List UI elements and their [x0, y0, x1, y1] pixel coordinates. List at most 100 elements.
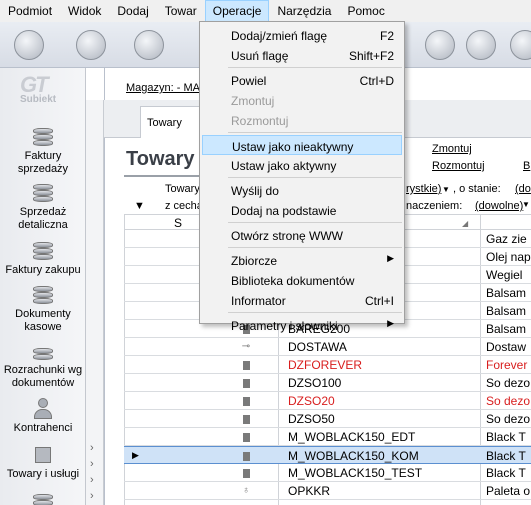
- menu-towar[interactable]: Towar: [157, 0, 205, 22]
- menu-item-label: Zmontuj: [231, 94, 275, 108]
- menu-item[interactable]: Ustaw jako aktywny: [202, 155, 402, 175]
- chevron-right-icon[interactable]: ›: [90, 474, 94, 486]
- menu-item[interactable]: Biblioteka dokumentów: [202, 270, 402, 290]
- menu-item-label: Otwórz stronę WWW: [231, 229, 344, 243]
- filter-category-select[interactable]: rystkie): [406, 183, 441, 195]
- product-icon: [240, 359, 252, 371]
- menu-item-shortcut: F2: [379, 29, 394, 43]
- product-icon: [240, 431, 252, 443]
- tab-towary[interactable]: Towary: [140, 106, 200, 138]
- table-row[interactable]: DZFOREVER Forever: [124, 356, 531, 374]
- chevron-right-icon[interactable]: ›: [90, 458, 94, 470]
- menu-item[interactable]: Zmontuj: [202, 90, 402, 110]
- menu-item-label: Biblioteka dokumentów: [231, 274, 355, 288]
- product-icon: [240, 413, 252, 425]
- menu-item-label: Ustaw jako nieaktywny: [232, 140, 354, 154]
- menu-pomoc[interactable]: Pomoc: [339, 0, 392, 22]
- table-row[interactable]: M_WOBLACK150_EDT Black T: [124, 428, 531, 446]
- menu-item[interactable]: Ustaw jako nieaktywny: [202, 135, 402, 155]
- rozmontuj-link[interactable]: Rozmontuj: [432, 160, 485, 172]
- more-link[interactable]: B: [523, 160, 530, 172]
- magazyn-link[interactable]: Magazyn: - MA: [126, 82, 200, 94]
- stack-icon[interactable]: [134, 30, 164, 60]
- nav-more[interactable]: [0, 486, 86, 505]
- menu-widok[interactable]: Widok: [60, 0, 109, 22]
- table-row[interactable]: ♁ OPKKR Paleta o: [124, 482, 531, 500]
- menu-item[interactable]: Wyślij do: [202, 180, 402, 200]
- coins-icon: [30, 126, 56, 148]
- filter-przeznaczenie-label: naczeniem:: [406, 200, 463, 212]
- filter-label: Towary: [165, 183, 200, 195]
- product-name: Dostaw: [486, 340, 527, 354]
- nav-sprzedaz-detaliczna[interactable]: Sprzedaż detaliczna: [0, 182, 86, 232]
- product-name: Balsam: [486, 304, 527, 318]
- forward-icon[interactable]: [76, 30, 106, 60]
- menu-separator: [228, 222, 402, 223]
- menu-podmiot[interactable]: Podmiot: [0, 0, 60, 22]
- person-icon: [30, 398, 56, 420]
- menu-item-label: Dodaj/zmień flagę: [231, 29, 328, 43]
- menu-item[interactable]: Dodaj na podstawie: [202, 200, 402, 220]
- nav-faktury-sprzedazy[interactable]: Faktury sprzedaży: [0, 126, 86, 176]
- help-icon[interactable]: [466, 30, 496, 60]
- menu-item[interactable]: Otwórz stronę WWW: [202, 225, 402, 245]
- menu-item[interactable]: Usuń flagę Shift+F2: [202, 45, 402, 65]
- menu-operacje[interactable]: Operacje: [204, 0, 270, 22]
- nav-faktury-zakupu[interactable]: Faktury zakupu: [0, 240, 86, 277]
- table-row[interactable]: ⊸ DOSTAWA Dostaw: [124, 338, 531, 356]
- menu-item-label: Dodaj na podstawie: [231, 204, 337, 218]
- product-name: So dezo: [486, 394, 531, 408]
- chevron-down-icon: ▼: [442, 185, 450, 194]
- table-row[interactable]: DZSO50 So dezo: [124, 410, 531, 428]
- globe-icon[interactable]: [425, 30, 455, 60]
- menu-item[interactable]: Rozmontuj: [202, 110, 402, 130]
- product-code: M_WOBLACK150_KOM: [288, 449, 419, 463]
- tool-icon[interactable]: [510, 30, 531, 60]
- back-icon[interactable]: [14, 30, 44, 60]
- product-code: DOSTAWA: [288, 340, 347, 354]
- product-icon: [240, 450, 252, 462]
- nav-rozrachunki[interactable]: Rozrachunki wg dokumentów: [0, 340, 86, 390]
- chevron-right-icon[interactable]: ›: [90, 442, 94, 454]
- product-name: Black T: [486, 449, 526, 463]
- menu-item-label: Wyślij do: [231, 184, 279, 198]
- menu-item-shortcut: Ctrl+I: [364, 294, 394, 308]
- nav-towary-i-uslugi[interactable]: Towary i usługi: [0, 444, 86, 481]
- column-header-s[interactable]: S: [174, 216, 182, 230]
- filter-stan-select[interactable]: (do: [515, 183, 531, 195]
- filter-przeznaczenie-select[interactable]: (dowolne): [475, 200, 523, 212]
- page-title: Towary: [126, 148, 195, 170]
- menu-narzedzia[interactable]: Narzędzia: [269, 0, 339, 22]
- nav-splitter[interactable]: [86, 100, 104, 505]
- zmontuj-link[interactable]: Zmontuj: [432, 143, 472, 155]
- chevron-down-icon[interactable]: ▼: [522, 200, 530, 209]
- menu-item[interactable]: Dodaj/zmień flagę F2: [202, 25, 402, 45]
- menu-item[interactable]: Parametry i słowniki ▶: [202, 315, 402, 335]
- table-row[interactable]: M_WOBLACK150_TEST Black T: [124, 464, 531, 482]
- menu-item-label: Ustaw jako aktywny: [231, 159, 337, 173]
- product-icon: [240, 377, 252, 389]
- nav-kontrahenci[interactable]: Kontrahenci: [0, 398, 86, 435]
- product-code: M_WOBLACK150_TEST: [288, 466, 423, 480]
- product-code: M_WOBLACK150_EDT: [288, 430, 416, 444]
- product-icon: [240, 395, 252, 407]
- submenu-arrow-icon: ▶: [387, 318, 394, 328]
- product-code: DZFOREVER: [288, 358, 363, 372]
- menu-item-label: Parametry i słowniki: [231, 319, 338, 333]
- product-name: Gaz zie: [486, 232, 527, 246]
- menu-dodaj[interactable]: Dodaj: [109, 0, 156, 22]
- subiekt-logo: GT Subiekt: [20, 72, 57, 105]
- menu-item[interactable]: Informator Ctrl+I: [202, 290, 402, 310]
- filter-toggle-icon[interactable]: ▼: [134, 200, 145, 212]
- menu-item[interactable]: Powiel Ctrl+D: [202, 70, 402, 90]
- nav-dokumenty-kasowe[interactable]: Dokumenty kasowe: [0, 284, 86, 334]
- table-row[interactable]: ▶ M_WOBLACK150_KOM Black T: [124, 446, 531, 464]
- menu-item[interactable]: Zbiorcze ▶: [202, 250, 402, 270]
- table-row[interactable]: DZSO100 So dezo: [124, 374, 531, 392]
- menu-separator: [228, 67, 402, 68]
- menu-separator: [228, 247, 402, 248]
- sort-icon[interactable]: ◢: [462, 219, 468, 228]
- product-name: Black T: [486, 466, 526, 480]
- table-row[interactable]: DZSO20 So dezo: [124, 392, 531, 410]
- chevron-right-icon[interactable]: ›: [90, 490, 94, 502]
